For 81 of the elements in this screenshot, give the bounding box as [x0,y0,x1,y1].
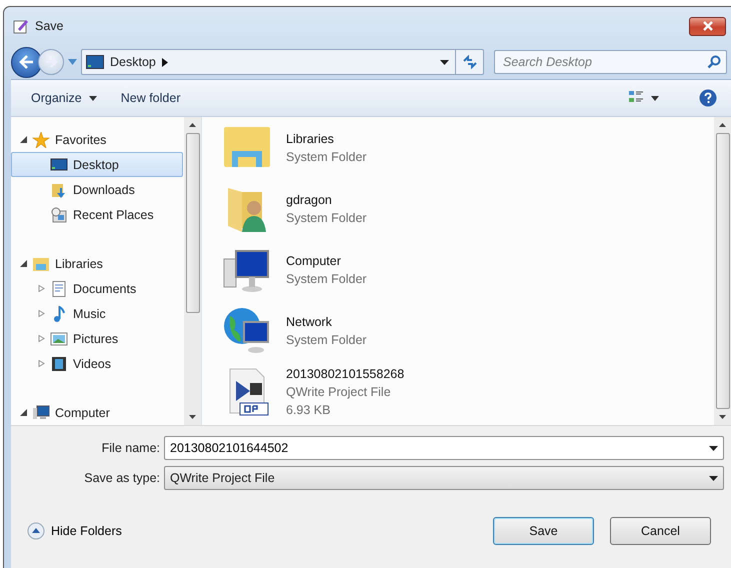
file-type: System Folder [286,332,367,348]
file-type: System Folder [286,210,367,226]
scrollbar-thumb[interactable] [716,133,730,409]
scrollbar-thumb[interactable] [186,133,200,313]
expanded-triangle-icon[interactable] [20,409,27,416]
file-type: System Folder [286,270,367,288]
network-icon [222,306,272,356]
scroll-up-icon[interactable] [719,123,726,127]
expanded-triangle-icon[interactable] [20,260,27,267]
back-button[interactable] [11,46,42,78]
file-name: 20130802101558268 [286,366,404,382]
notepad-icon [13,18,29,34]
file-item[interactable]: Libraries System Folder [222,117,714,178]
forward-button[interactable] [38,49,64,75]
file-item[interactable]: gdragon System Folder [222,178,714,239]
toolbar-button[interactable]: New folder [114,87,186,109]
dropdown-caret-icon[interactable] [440,60,449,64]
desktop-icon [50,156,68,172]
recent-icon [50,206,68,222]
organize-menu[interactable]: Organize [25,87,103,109]
expanded-triangle-icon[interactable] [20,136,27,143]
close-icon [702,21,714,31]
address-bar[interactable]: Desktop [81,49,484,75]
collapsed-triangle-icon[interactable] [38,360,45,367]
file-type-dropdown[interactable]: QWrite Project File [164,466,724,490]
dropdown-caret-icon[interactable] [709,446,718,451]
file-type: System Folder [286,148,367,166]
dialog-button[interactable]: Save [493,517,594,545]
navigation-item[interactable]: Downloads [11,177,183,202]
collapsed-triangle-icon[interactable] [38,310,45,317]
navigation-item[interactable]: Desktop [11,152,183,177]
library-icon [32,256,50,272]
search-field[interactable]: Search Desktop [494,50,727,74]
download-icon [50,182,68,198]
forward-arrow-icon [44,56,58,68]
help-icon[interactable] [699,89,717,107]
scroll-down-icon[interactable] [719,415,726,419]
scroll-up-icon[interactable] [189,123,196,127]
scroll-down-icon[interactable] [189,415,196,419]
field-label: File name: [100,441,160,455]
dropdown-caret-icon [709,476,718,480]
file-name: gdragon [286,192,333,208]
film-icon [50,356,68,372]
collapsed-triangle-icon[interactable] [38,285,45,292]
navigation-item[interactable]: Music [11,301,183,326]
search-icon[interactable] [707,55,721,69]
picture-icon [50,330,68,346]
refresh-icon [462,55,478,69]
star-icon [32,132,50,148]
caret-icon [88,96,97,100]
back-arrow-icon [18,55,34,69]
field-label: Save as type: [83,471,160,485]
file-size: 6.93 KB [286,402,332,418]
file-item[interactable]: Computer System Folder [222,239,714,300]
caret-icon [651,96,659,100]
scrollbar[interactable] [184,117,201,425]
history-caret-icon[interactable] [68,59,77,65]
navigation-item[interactable]: Documents [11,276,183,301]
file-item[interactable]: 20130802101558268 QWrite Project File 6.93 KB [222,361,714,422]
desktop-icon [86,55,104,69]
file-name: Network [286,314,333,330]
dialog-button[interactable]: Cancel [610,517,711,545]
navigation-item[interactable]: Recent Places [11,202,183,227]
file-name: Libraries [286,130,335,148]
document-icon [50,280,68,296]
file-name-field[interactable]: 20130802101644502 [164,436,724,460]
navigation-item[interactable]: Libraries [11,251,183,276]
breadcrumb-arrow-icon[interactable] [162,58,168,66]
scrollbar[interactable] [714,117,731,425]
navigation-item[interactable]: Pictures [11,326,183,351]
file-name: Computer [286,252,342,270]
file-item[interactable]: Network System Folder [222,300,714,361]
window-title: Save [35,19,64,33]
navigation-item[interactable]: Favorites [11,127,183,152]
collapsed-triangle-icon[interactable] [38,335,45,342]
close-button[interactable] [689,16,726,36]
navigation-item[interactable]: Computer [11,400,183,425]
computer-icon [32,404,50,420]
hide-folders-button[interactable]: Hide Folders [27,522,122,540]
file-type: QWrite Project File [286,384,392,400]
navigation-item[interactable]: Videos [11,351,183,376]
